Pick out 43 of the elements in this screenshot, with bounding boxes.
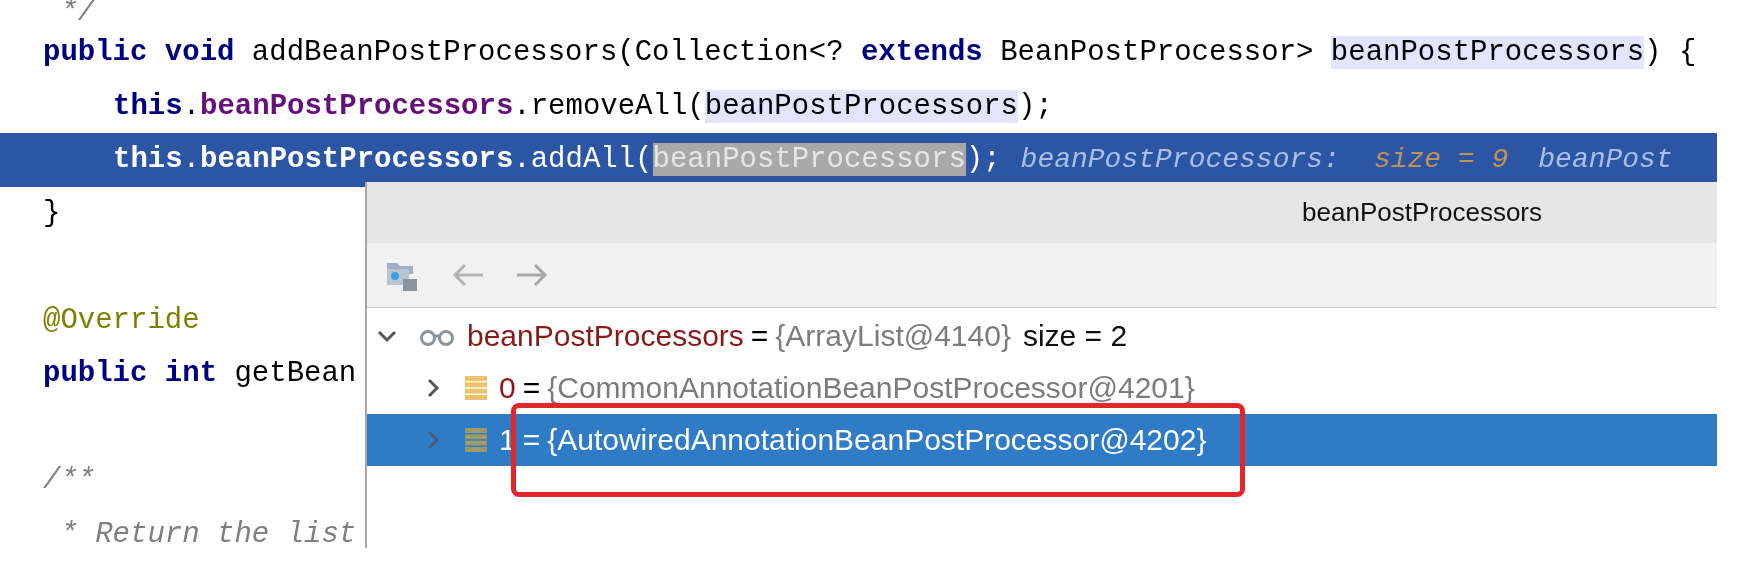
code-usage: beanPostProcessors — [1330, 36, 1645, 69]
code-keyword: this — [113, 143, 183, 176]
equals-sign: = — [750, 319, 769, 353]
variable-value: {AutowiredAnnotationBeanPostProcessor@4202} — [547, 423, 1207, 457]
code-comment: /** — [43, 464, 96, 497]
code-keyword: extends — [860, 36, 983, 69]
code-field: beanPostProcessors — [200, 143, 514, 176]
variable-value: {ArrayList@4140} — [775, 319, 1011, 353]
variable-name: beanPostProcessors — [467, 319, 744, 353]
popup-title: beanPostProcessors — [1302, 197, 1542, 228]
equals-sign: = — [522, 423, 541, 457]
code-text: .removeAll( — [513, 89, 705, 123]
code-text: addBeanPostProcessors(Collection<? — [250, 36, 845, 69]
code-text: getBean — [233, 357, 357, 390]
code-field: beanPostProcessors — [200, 89, 514, 123]
variable-size: size = 2 — [1022, 319, 1128, 353]
field-icon — [465, 428, 487, 452]
code-usage: beanPostProcessors — [652, 143, 966, 176]
code-keyword: public int — [43, 357, 218, 390]
debug-hint-value: size = 9 — [1373, 144, 1509, 175]
code-text: .addAll( — [513, 143, 653, 176]
code-text: ) { — [1644, 36, 1697, 69]
forward-arrow-icon[interactable] — [515, 263, 549, 287]
code-comment: * Return the list — [59, 517, 357, 548]
code-text: . — [182, 89, 201, 123]
back-arrow-icon[interactable] — [451, 263, 485, 287]
debug-hint: beanPostProcessors: — [1020, 144, 1340, 175]
code-text: BeanPostProcessor> — [999, 36, 1315, 69]
debug-hint: beanPost — [1538, 144, 1673, 175]
code-text: } — [43, 196, 61, 230]
code-usage: beanPostProcessors — [704, 89, 1018, 123]
code-keyword: this — [113, 89, 183, 123]
field-icon — [465, 376, 487, 400]
equals-sign: = — [522, 371, 541, 405]
code-text: . — [182, 143, 201, 176]
variable-name: 0 — [499, 371, 516, 405]
code-keyword: public void — [43, 36, 235, 69]
code-text: ); — [965, 143, 1001, 176]
code-text: ); — [1018, 89, 1053, 123]
variable-value: {CommonAnnotationBeanPostProcessor@4201} — [547, 371, 1195, 405]
code-annotation: @Override — [43, 303, 200, 337]
tree-row[interactable]: beanPostProcessors = {ArrayList@4140} size = 2 — [367, 310, 1717, 362]
tree-row[interactable]: 0 = {CommonAnnotationBeanPostProcessor@4201} — [367, 362, 1717, 414]
